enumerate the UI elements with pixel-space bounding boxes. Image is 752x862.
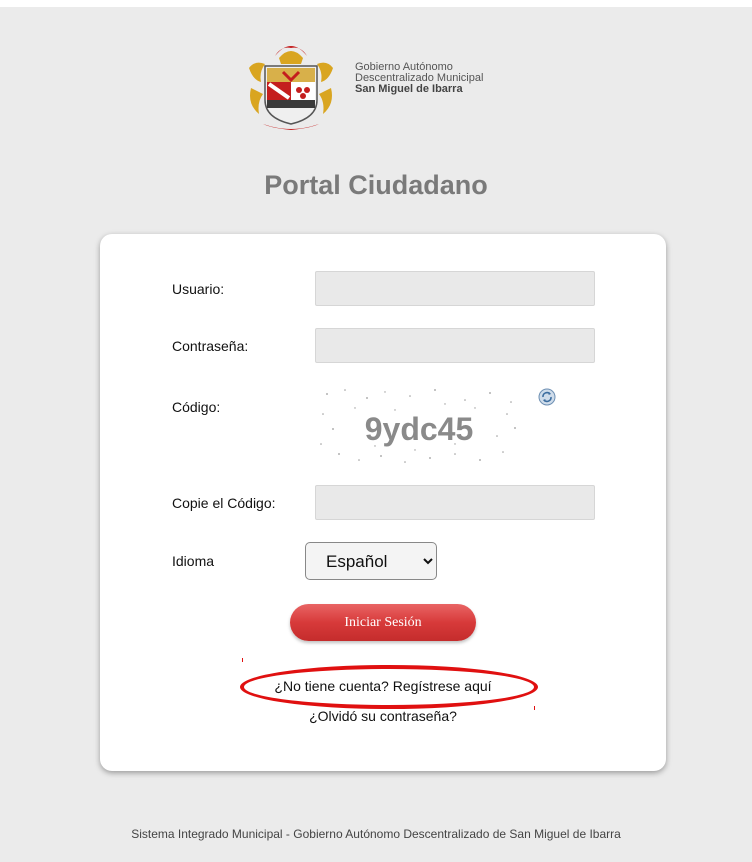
organization-name: Gobierno Autónomo Descentralizado Munici… [355,62,483,95]
refresh-captcha-icon[interactable] [538,388,556,406]
usuario-label: Usuario: [172,281,225,297]
codigo-label: Código: [172,399,221,415]
copy-code-input[interactable] [315,485,595,520]
password-label: Contraseña: [172,338,249,354]
coat-of-arms-logo [249,46,333,130]
annotation-tick [242,658,243,662]
usuario-input[interactable] [315,271,595,306]
idioma-label: Idioma [172,553,215,569]
login-card: Usuario: Contraseña: Código: 9ydc45 Copi… [100,234,666,771]
page-title: Portal Ciudadano [264,170,488,200]
language-select[interactable]: Español [305,542,437,580]
login-button[interactable]: Iniciar Sesión [290,604,476,641]
header: Gobierno Autónomo Descentralizado Munici… [245,38,545,138]
org-name-line3: San Miguel de Ibarra [355,83,463,95]
captcha-text: 9ydc45 [365,411,474,447]
register-link[interactable]: ¿No tiene cuenta? Regístrese aquí [100,678,666,694]
copy-code-label: Copie el Código: [172,495,276,511]
footer: Sistema Integrado Municipal - Gobierno A… [131,827,621,841]
password-input[interactable] [315,328,595,363]
captcha-image: 9ydc45 [320,389,516,463]
forgot-password-link[interactable]: ¿Olvidó su contraseña? [100,708,666,724]
